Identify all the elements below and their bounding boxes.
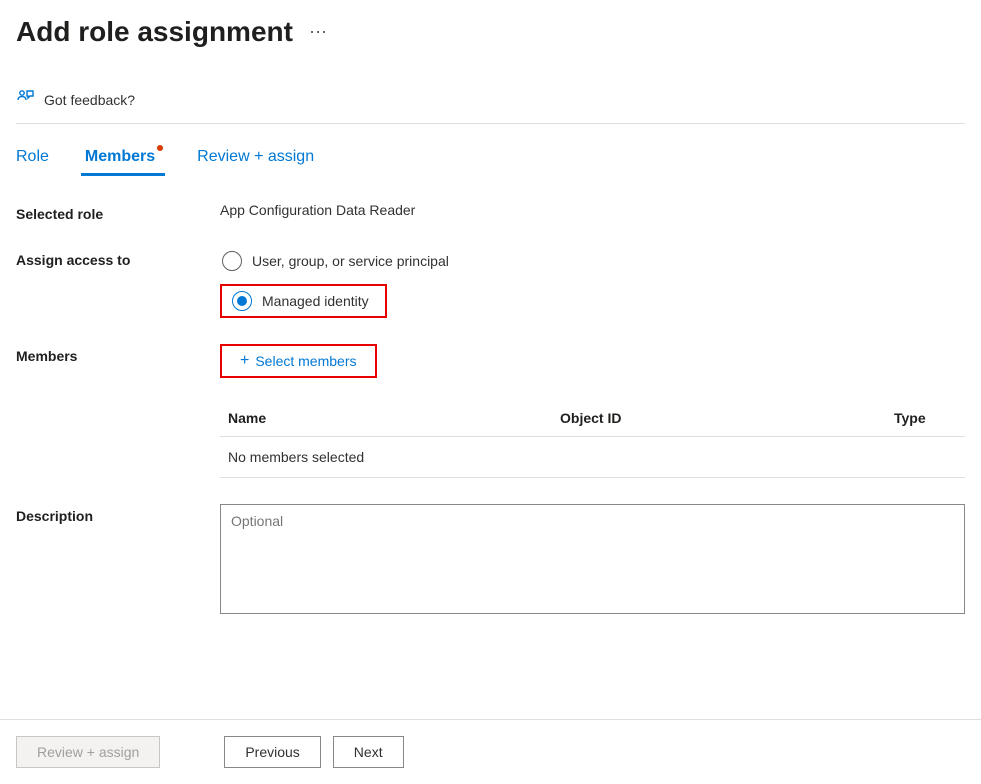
description-textarea[interactable]	[220, 504, 965, 614]
description-label: Description	[16, 504, 220, 617]
highlight-managed-identity: Managed identity	[220, 284, 387, 318]
table-row: No members selected	[220, 437, 965, 478]
select-members-button[interactable]: + Select members	[230, 348, 367, 374]
next-button[interactable]: Next	[333, 736, 404, 768]
select-members-label: Select members	[255, 353, 356, 369]
radio-unchecked-icon	[222, 251, 242, 271]
radio-checked-icon	[232, 291, 252, 311]
tab-role[interactable]: Role	[16, 142, 49, 176]
review-assign-button[interactable]: Review + assign	[16, 736, 160, 768]
members-label: Members	[16, 344, 220, 478]
tabs: Role Members Review + assign	[16, 142, 965, 176]
highlight-select-members: + Select members	[220, 344, 377, 378]
feedback-icon	[16, 88, 34, 111]
assign-access-label: Assign access to	[16, 248, 220, 318]
indicator-dot-icon	[157, 145, 163, 151]
radio-user-group-service-principal[interactable]: User, group, or service principal	[220, 248, 457, 274]
radio-managed-identity[interactable]: Managed identity	[230, 288, 377, 314]
more-icon[interactable]: ⋯	[309, 22, 329, 43]
col-header-object-id[interactable]: Object ID	[560, 410, 894, 426]
tab-members-label: Members	[85, 148, 155, 165]
tab-members[interactable]: Members	[85, 142, 161, 176]
table-header: Name Object ID Type	[220, 400, 965, 437]
col-header-name[interactable]: Name	[228, 410, 560, 426]
radio-managed-identity-label: Managed identity	[262, 293, 369, 309]
empty-members-message: No members selected	[228, 449, 560, 465]
footer-bar: Review + assign Previous Next	[0, 719, 981, 784]
members-table: Name Object ID Type No members selected	[220, 400, 965, 478]
feedback-bar[interactable]: Got feedback?	[16, 88, 965, 124]
previous-button[interactable]: Previous	[224, 736, 320, 768]
radio-user-group-label: User, group, or service principal	[252, 253, 449, 269]
tab-review-assign[interactable]: Review + assign	[197, 142, 314, 176]
page-title: Add role assignment	[16, 16, 293, 48]
col-header-type[interactable]: Type	[894, 410, 957, 426]
selected-role-label: Selected role	[16, 202, 220, 222]
selected-role-value: App Configuration Data Reader	[220, 202, 965, 222]
plus-icon: +	[240, 352, 249, 370]
feedback-text: Got feedback?	[44, 92, 135, 108]
